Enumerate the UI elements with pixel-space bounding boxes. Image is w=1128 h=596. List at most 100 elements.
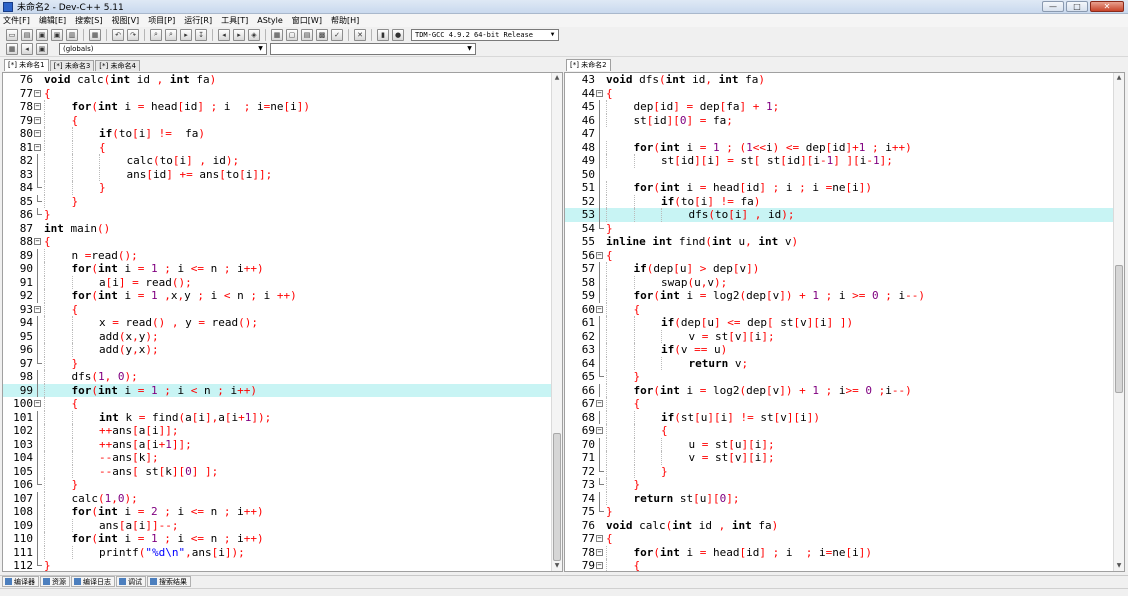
right-scroll-thumb[interactable] bbox=[1115, 265, 1123, 393]
code-line[interactable]: 64 return v; bbox=[565, 356, 1124, 370]
code-line[interactable]: 87 int main() bbox=[3, 222, 562, 236]
code-line[interactable]: 80− if(to[i] != fa) bbox=[3, 127, 562, 141]
undo-icon[interactable]: ↶ bbox=[112, 28, 124, 41]
bottom-tab[interactable]: 编译日志 bbox=[71, 576, 115, 587]
code-line[interactable]: 109 ans[a[i]]--; bbox=[3, 518, 562, 532]
find-icon[interactable]: ⌕ bbox=[150, 28, 162, 41]
code-line[interactable]: 92 for(int i = 1 ,x,y ; i < n ; i ++) bbox=[3, 289, 562, 303]
code-line[interactable]: 112} bbox=[3, 559, 562, 571]
open-file-icon[interactable]: ▤ bbox=[21, 28, 33, 41]
compile-icon[interactable]: ▦ bbox=[271, 28, 283, 41]
menu-item[interactable]: 视图[V] bbox=[111, 15, 139, 26]
code-line[interactable]: 73 } bbox=[565, 478, 1124, 492]
code-line[interactable]: 49 st[id][i] = st[ st[id][i-1] ][i-1]; bbox=[565, 154, 1124, 168]
code-line[interactable]: 82 calc(to[i] , id); bbox=[3, 154, 562, 168]
code-line[interactable]: 88−{ bbox=[3, 235, 562, 249]
code-line[interactable]: 108 for(int i = 2 ; i <= n ; i++) bbox=[3, 505, 562, 519]
fold-marker[interactable]: − bbox=[595, 546, 605, 560]
code-line[interactable]: 62 v = st[v][i]; bbox=[565, 329, 1124, 343]
bottom-tab[interactable]: 编译器 bbox=[2, 576, 39, 587]
fold-marker[interactable]: − bbox=[33, 397, 43, 411]
code-line[interactable]: 47 bbox=[565, 127, 1124, 141]
code-line[interactable]: 76 void calc(int id , int fa) bbox=[565, 519, 1124, 533]
bottom-tab[interactable]: 调试 bbox=[116, 576, 146, 587]
editor-tab[interactable]: [*] 未命名3 bbox=[49, 60, 95, 71]
code-line[interactable]: 111 printf("%d\n",ans[i]); bbox=[3, 545, 562, 559]
profile-icon[interactable]: ▮ bbox=[377, 28, 389, 41]
menu-item[interactable]: AStyle bbox=[257, 16, 283, 25]
menu-item[interactable]: 帮助[H] bbox=[331, 15, 359, 26]
fold-marker[interactable]: − bbox=[33, 100, 43, 114]
code-line[interactable]: 75} bbox=[565, 505, 1124, 519]
redo-icon[interactable]: ↷ bbox=[127, 28, 139, 41]
code-line[interactable]: 83 ans[id] += ans[to[i]]; bbox=[3, 167, 562, 181]
save-icon[interactable]: ▣ bbox=[36, 28, 48, 41]
code-line[interactable]: 79− { bbox=[3, 113, 562, 127]
run-icon[interactable]: ▢ bbox=[286, 28, 298, 41]
stop-icon[interactable]: ✕ bbox=[354, 28, 366, 41]
left-scrollbar[interactable]: ▲ ▼ bbox=[551, 73, 562, 571]
code-line[interactable]: 77−{ bbox=[3, 87, 562, 101]
rebuild-icon[interactable]: ▩ bbox=[316, 28, 328, 41]
code-line[interactable]: 63 if(v == u) bbox=[565, 343, 1124, 357]
code-line[interactable]: 89 n =read(); bbox=[3, 248, 562, 262]
code-line[interactable]: 102 ++ans[a[i]]; bbox=[3, 424, 562, 438]
menu-item[interactable]: 搜索[S] bbox=[75, 15, 102, 26]
print-icon[interactable]: ▦ bbox=[89, 28, 101, 41]
code-line[interactable]: 44−{ bbox=[565, 87, 1124, 101]
code-line[interactable]: 97 } bbox=[3, 356, 562, 370]
code-line[interactable]: 91 a[i] = read(); bbox=[3, 275, 562, 289]
code-line[interactable]: 51 for(int i = head[id] ; i ; i =ne[i]) bbox=[565, 181, 1124, 195]
code-line[interactable]: 104 --ans[k]; bbox=[3, 451, 562, 465]
menu-item[interactable]: 工具[T] bbox=[221, 15, 248, 26]
code-line[interactable]: 54} bbox=[565, 221, 1124, 236]
code-line[interactable]: 105 --ans[ st[k][0] ]; bbox=[3, 464, 562, 478]
code-line[interactable]: 79− { bbox=[565, 559, 1124, 571]
menu-item[interactable]: 运行[R] bbox=[184, 15, 212, 26]
code-line[interactable]: 76 void calc(int id , int fa) bbox=[3, 73, 562, 87]
code-line[interactable]: 53 dfs(to[i] , id); bbox=[565, 208, 1124, 222]
insert-icon[interactable]: ◂ bbox=[21, 43, 33, 55]
code-line[interactable]: 48 for(int i = 1 ; (1<<i) <= dep[id]+1 ;… bbox=[565, 140, 1124, 154]
bottom-tab[interactable]: 资源 bbox=[40, 576, 70, 587]
debug-icon[interactable]: ● bbox=[392, 28, 404, 41]
menu-item[interactable]: 文件[F] bbox=[3, 15, 30, 26]
code-line[interactable]: 67− { bbox=[565, 397, 1124, 411]
code-line[interactable]: 84 } bbox=[3, 181, 562, 195]
code-line[interactable]: 98 dfs(1, 0); bbox=[3, 370, 562, 384]
indent-right-icon[interactable]: ▸ bbox=[233, 28, 245, 41]
code-line[interactable]: 60− { bbox=[565, 302, 1124, 316]
minimize-button[interactable]: — bbox=[1042, 1, 1064, 12]
fold-marker[interactable]: − bbox=[595, 87, 605, 101]
find-next-icon[interactable]: ▸ bbox=[180, 28, 192, 41]
goto-line-icon[interactable]: ↧ bbox=[195, 28, 207, 41]
fold-marker[interactable]: − bbox=[595, 249, 605, 263]
save-all-icon[interactable]: ▣ bbox=[51, 28, 63, 41]
toggle-icon[interactable]: ▣ bbox=[36, 43, 48, 55]
code-line[interactable]: 46 st[id][0] = fa; bbox=[565, 113, 1124, 127]
scroll-down-icon[interactable]: ▼ bbox=[1114, 561, 1124, 571]
code-line[interactable]: 94 x = read() , y = read(); bbox=[3, 316, 562, 330]
code-line[interactable]: 78− for(int i = head[id] ; i ; i=ne[i]) bbox=[3, 100, 562, 114]
class-browser-icon[interactable]: ▦ bbox=[6, 43, 18, 55]
scroll-down-icon[interactable]: ▼ bbox=[552, 561, 562, 571]
new-file-icon[interactable]: ▭ bbox=[6, 28, 18, 41]
code-line[interactable]: 71 v = st[v][i]; bbox=[565, 451, 1124, 465]
code-line[interactable]: 85 } bbox=[3, 194, 562, 208]
scope-select[interactable]: (globals) ▼ bbox=[59, 43, 267, 55]
code-line[interactable]: 77−{ bbox=[565, 532, 1124, 546]
code-line[interactable]: 61 if(dep[u] <= dep[ st[v][i] ]) bbox=[565, 316, 1124, 330]
code-line[interactable]: 69− { bbox=[565, 424, 1124, 438]
replace-icon[interactable]: ⌕ bbox=[165, 28, 177, 41]
code-line[interactable]: 45 dep[id] = dep[fa] + 1; bbox=[565, 100, 1124, 114]
code-line[interactable]: 65 } bbox=[565, 370, 1124, 384]
compiler-select[interactable]: TDM-GCC 4.9.2 64-bit Release ▼ bbox=[411, 28, 559, 41]
code-line[interactable]: 66 for(int i = log2(dep[v]) + 1 ; i>= 0 … bbox=[565, 383, 1124, 397]
fold-marker[interactable]: − bbox=[33, 127, 43, 141]
code-line[interactable]: 59 for(int i = log2(dep[v]) + 1 ; i >= 0… bbox=[565, 289, 1124, 303]
code-line[interactable]: 101 int k = find(a[i],a[i+1]); bbox=[3, 410, 562, 424]
code-line[interactable]: 55 inline int find(int u, int v) bbox=[565, 235, 1124, 249]
code-line[interactable]: 86} bbox=[3, 208, 562, 222]
code-line[interactable]: 72 } bbox=[565, 464, 1124, 478]
code-line[interactable]: 106 } bbox=[3, 478, 562, 492]
